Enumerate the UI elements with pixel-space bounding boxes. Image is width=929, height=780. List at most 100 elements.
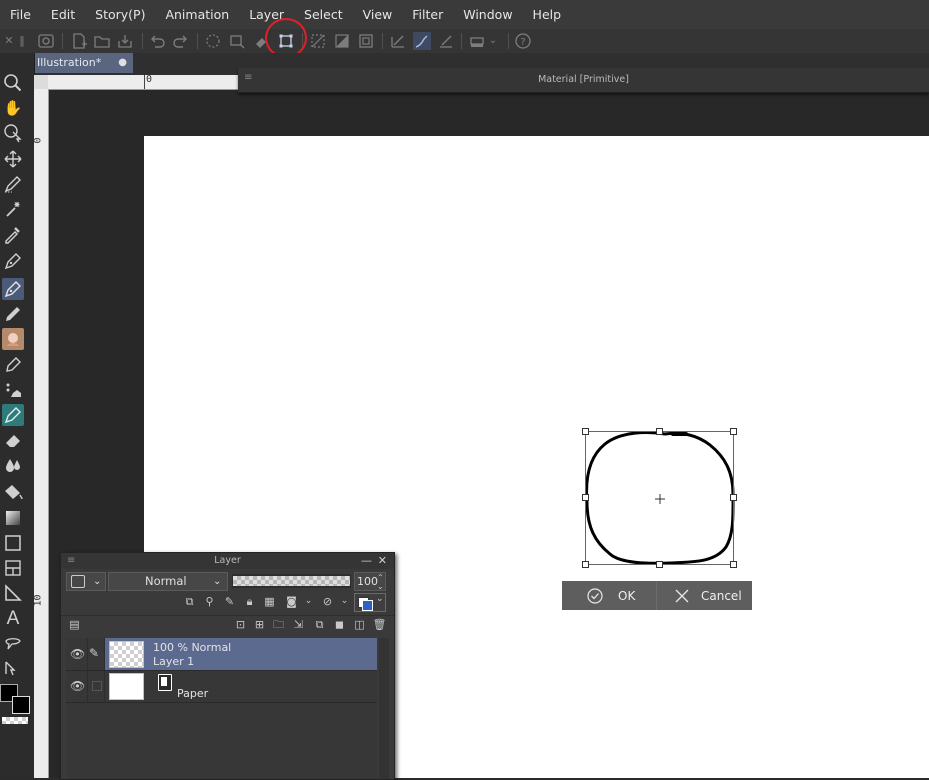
magic-wand-icon[interactable]	[2, 198, 24, 220]
transparent-color-swatch[interactable]	[2, 717, 28, 724]
handle-middle-right[interactable]	[730, 494, 737, 501]
clear-icon[interactable]	[228, 32, 246, 50]
apply-mask-icon[interactable]: ◫	[352, 617, 367, 632]
deselect-icon[interactable]	[309, 32, 327, 50]
new-vector-layer-icon[interactable]: ⊞	[252, 617, 267, 632]
text-tool-icon[interactable]: A	[2, 608, 24, 630]
document-tab[interactable]: Illustration* ●	[33, 53, 133, 73]
eye-icon[interactable]: 👁︎	[70, 679, 85, 693]
g-pen-tool-icon[interactable]	[2, 278, 24, 300]
chevron-down-icon[interactable]: ⌄	[337, 594, 352, 609]
sub-color-swatch[interactable]	[12, 696, 30, 714]
handle-middle-left[interactable]	[582, 494, 589, 501]
menu-help[interactable]: Help	[523, 0, 572, 29]
handle-top-right[interactable]	[730, 428, 737, 435]
blend-drop-icon[interactable]	[2, 454, 24, 476]
handle-top-middle[interactable]	[656, 428, 663, 435]
mask-enable-icon[interactable]: ◙	[284, 594, 299, 609]
border-selection-icon[interactable]	[357, 32, 375, 50]
gradient-tool-icon[interactable]	[2, 507, 24, 529]
undo-icon[interactable]	[148, 32, 166, 50]
minimize-icon[interactable]: —	[361, 553, 372, 569]
menu-filter[interactable]: Filter	[402, 0, 453, 29]
special-ruler-snap-icon[interactable]	[413, 32, 431, 50]
menu-view[interactable]: View	[353, 0, 403, 29]
opacity-field[interactable]: 100 ⌃ ⌄	[354, 572, 386, 591]
close-icon[interactable]: ✕	[378, 553, 387, 569]
eye-icon[interactable]: 👁︎	[70, 647, 85, 661]
layer-color-dropdown[interactable]: ⌄	[66, 572, 106, 591]
reference-layer-icon[interactable]: ⚲	[202, 594, 217, 609]
close-x-icon[interactable]: ✕	[4, 32, 14, 50]
new-folder-icon[interactable]: 🗀︎	[271, 617, 286, 632]
transfer-layer-icon[interactable]: ⇲	[291, 617, 306, 632]
ruler-range-icon[interactable]: ⊘	[320, 594, 335, 609]
grid-snap-icon[interactable]	[437, 32, 455, 50]
lock-transparent-icon[interactable]: ▦	[262, 594, 277, 609]
edit-target-box[interactable]	[92, 681, 102, 691]
chevron-down-icon[interactable]: ⌄	[301, 594, 316, 609]
save-icon[interactable]	[116, 32, 134, 50]
eyedropper-icon[interactable]	[2, 223, 24, 245]
opacity-stepper-icon[interactable]: ⌃ ⌄	[377, 573, 384, 591]
balloon-tool-icon[interactable]	[2, 633, 24, 655]
selection-pen-icon[interactable]	[2, 173, 24, 195]
ruler-snap-icon[interactable]	[389, 32, 407, 50]
decoration-tool-icon[interactable]	[2, 379, 24, 401]
fill-bucket-icon[interactable]	[2, 481, 24, 503]
layer-list-scrollbar[interactable]	[379, 638, 389, 779]
loading-icon[interactable]	[204, 32, 222, 50]
menu-select[interactable]: Select	[294, 0, 353, 29]
menu-window[interactable]: Window	[453, 0, 522, 29]
rotation-center-icon[interactable]	[655, 493, 665, 504]
clipping-icon[interactable]: ⧉	[182, 594, 197, 609]
eraser-tool-icon[interactable]	[2, 429, 24, 451]
handle-top-left[interactable]	[582, 428, 589, 435]
handle-bottom-middle[interactable]	[656, 561, 663, 568]
add-mask-icon[interactable]: ◼	[332, 617, 347, 632]
figure-tool-icon[interactable]	[2, 532, 24, 554]
draft-layer-icon[interactable]: ✎	[222, 594, 237, 609]
move-tool-icon[interactable]	[2, 148, 24, 170]
canvas-view-icon[interactable]	[468, 32, 486, 50]
redo-icon[interactable]	[172, 32, 190, 50]
invert-selection-icon[interactable]	[333, 32, 351, 50]
panel-menu-icon[interactable]: ≡	[67, 553, 75, 569]
airbrush-tool-icon[interactable]	[2, 354, 24, 376]
cancel-button[interactable]: Cancel	[657, 581, 752, 610]
layer-row[interactable]: 👁︎ Paper	[66, 671, 377, 702]
pencil-icon[interactable]: ✎	[89, 646, 99, 660]
correct-line-icon[interactable]	[2, 658, 24, 680]
layer-list-icon[interactable]: ▤	[67, 617, 82, 632]
layer-row[interactable]: 👁︎ ✎ 100 % Normal Layer 1	[66, 638, 377, 702]
new-raster-layer-icon[interactable]: ⊡	[233, 617, 248, 632]
handle-bottom-left[interactable]	[582, 561, 589, 568]
blend-mode-dropdown[interactable]: Normal ⌄	[108, 572, 228, 591]
hand-tool-icon[interactable]: ✋	[2, 97, 24, 119]
blend-tool-icon[interactable]	[2, 404, 24, 426]
help-icon[interactable]: ?	[514, 32, 532, 50]
combine-layer-icon[interactable]: ⧉	[312, 617, 327, 632]
menu-story[interactable]: Story(P)	[85, 0, 155, 29]
operation-tool-icon[interactable]	[2, 122, 24, 144]
handle-bottom-right[interactable]	[730, 561, 737, 568]
lock-icon[interactable]: 🔒︎	[242, 594, 257, 609]
zoom-tool-icon[interactable]	[2, 72, 24, 94]
pencil-tool-icon[interactable]	[2, 303, 24, 325]
menu-animation[interactable]: Animation	[155, 0, 239, 29]
opacity-slider[interactable]	[232, 574, 351, 588]
pen-tool-icon[interactable]	[2, 250, 24, 272]
delete-layer-icon[interactable]: 🗑︎	[372, 617, 387, 632]
transform-bounding-box[interactable]	[582, 428, 737, 568]
menu-file[interactable]: File	[0, 0, 41, 29]
frame-border-icon[interactable]	[2, 557, 24, 579]
layer-color-mode-dropdown[interactable]: ⌄	[354, 593, 386, 612]
app-logo-icon[interactable]	[37, 32, 55, 50]
brush-tool-icon[interactable]	[2, 328, 24, 350]
ok-button[interactable]: OK	[562, 581, 657, 610]
menu-edit[interactable]: Edit	[41, 0, 85, 29]
new-file-icon[interactable]	[70, 32, 88, 50]
chevron-down-icon[interactable]: ⌄	[487, 32, 499, 50]
ruler-tool-icon[interactable]	[2, 582, 24, 604]
open-folder-icon[interactable]	[93, 32, 111, 50]
